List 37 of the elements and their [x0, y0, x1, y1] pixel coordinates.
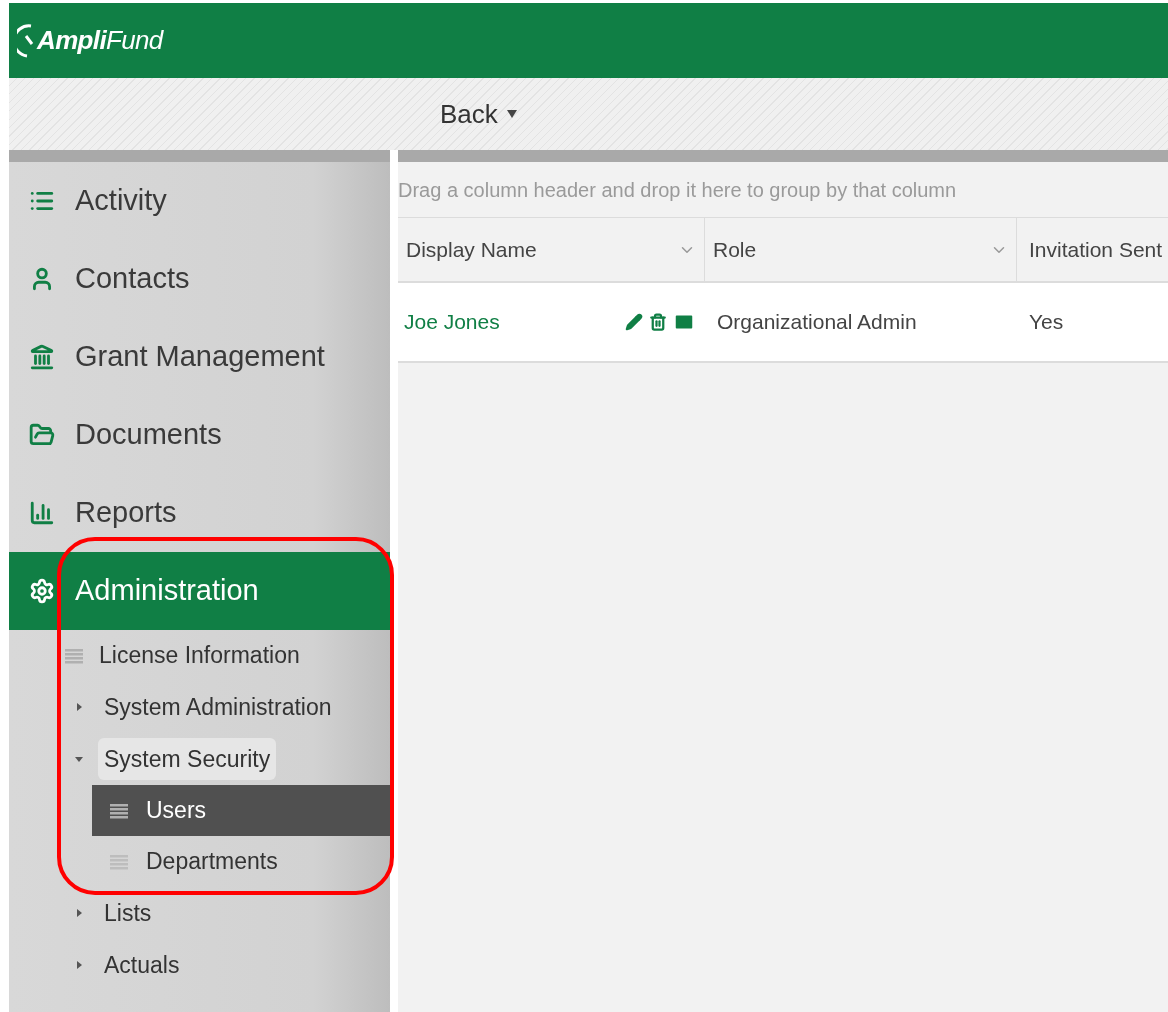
tree-folder[interactable]: Actuals — [98, 943, 186, 987]
nav-item[interactable]: Activity — [9, 162, 390, 240]
caret-right-icon — [74, 908, 84, 918]
tree-folder[interactable]: System Administration — [98, 685, 338, 729]
folder-icon — [29, 422, 55, 448]
nav-item[interactable]: Grant Management — [9, 318, 390, 396]
nav-item[interactable]: Reports — [9, 474, 390, 552]
nav-item[interactable]: Contacts — [9, 240, 390, 318]
bar-chart-icon — [29, 500, 55, 526]
table-cell-text: Organizational Admin — [716, 309, 918, 336]
column-header[interactable]: Invitation Sent — [1017, 218, 1168, 281]
tree-item[interactable]: License Information — [9, 630, 390, 681]
group-hint: Drag a column header and drop it here to group by that column — [398, 162, 1168, 218]
logo-wordmark: AmpliFund — [37, 24, 163, 57]
trash-icon[interactable] — [649, 313, 667, 331]
lines-icon — [110, 802, 128, 819]
column-header[interactable]: Role — [705, 218, 1017, 281]
lines-icon — [110, 853, 128, 870]
tree-folder[interactable]: Lists — [98, 891, 158, 935]
nav-item[interactable]: Administration — [9, 552, 390, 630]
gear-icon — [29, 578, 55, 604]
caret-down-icon — [505, 109, 518, 119]
tree-item[interactable]: Departments — [92, 836, 390, 887]
lines-icon — [65, 647, 83, 664]
nav-item[interactable]: Documents — [9, 396, 390, 474]
bank-icon — [29, 344, 55, 370]
back-button[interactable]: Back — [440, 94, 518, 134]
column-header[interactable]: Display Name — [398, 218, 705, 281]
table-cell-text: Yes — [1028, 309, 1065, 336]
user-name-link[interactable]: Joe Jones — [404, 306, 500, 338]
tree-item[interactable]: Users — [92, 785, 390, 836]
logo-swoosh-icon — [17, 23, 35, 58]
caret-right-icon — [74, 702, 84, 712]
tree-folder[interactable]: System Security — [98, 737, 277, 781]
caret-right-icon — [74, 960, 84, 970]
edit-icon[interactable] — [625, 313, 643, 331]
caret-down-icon — [74, 754, 84, 764]
